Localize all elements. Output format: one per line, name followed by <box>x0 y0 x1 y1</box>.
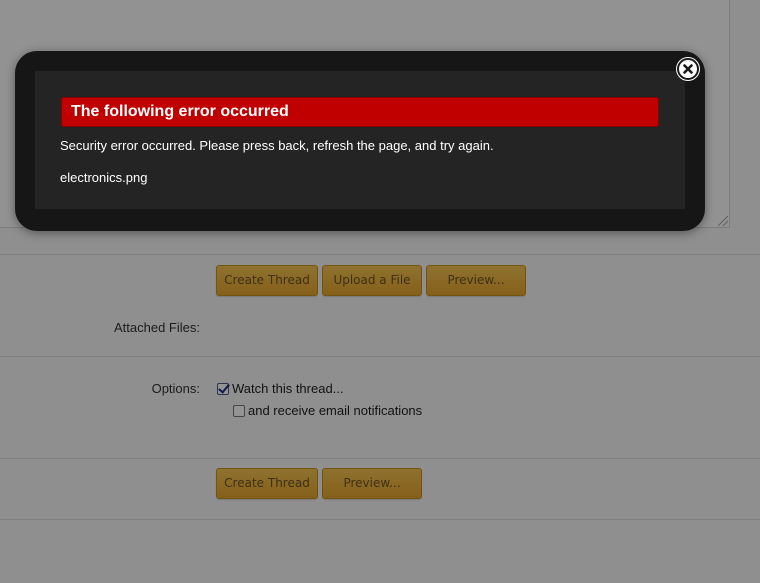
error-message: Security error occurred. Please press ba… <box>60 138 494 153</box>
error-file-name: electronics.png <box>60 170 148 185</box>
error-title: The following error occurred <box>61 97 659 127</box>
error-dialog-content: The following error occurred Security er… <box>35 71 685 209</box>
close-icon <box>683 64 693 74</box>
error-dialog: The following error occurred Security er… <box>15 51 705 231</box>
close-button[interactable] <box>677 58 699 80</box>
